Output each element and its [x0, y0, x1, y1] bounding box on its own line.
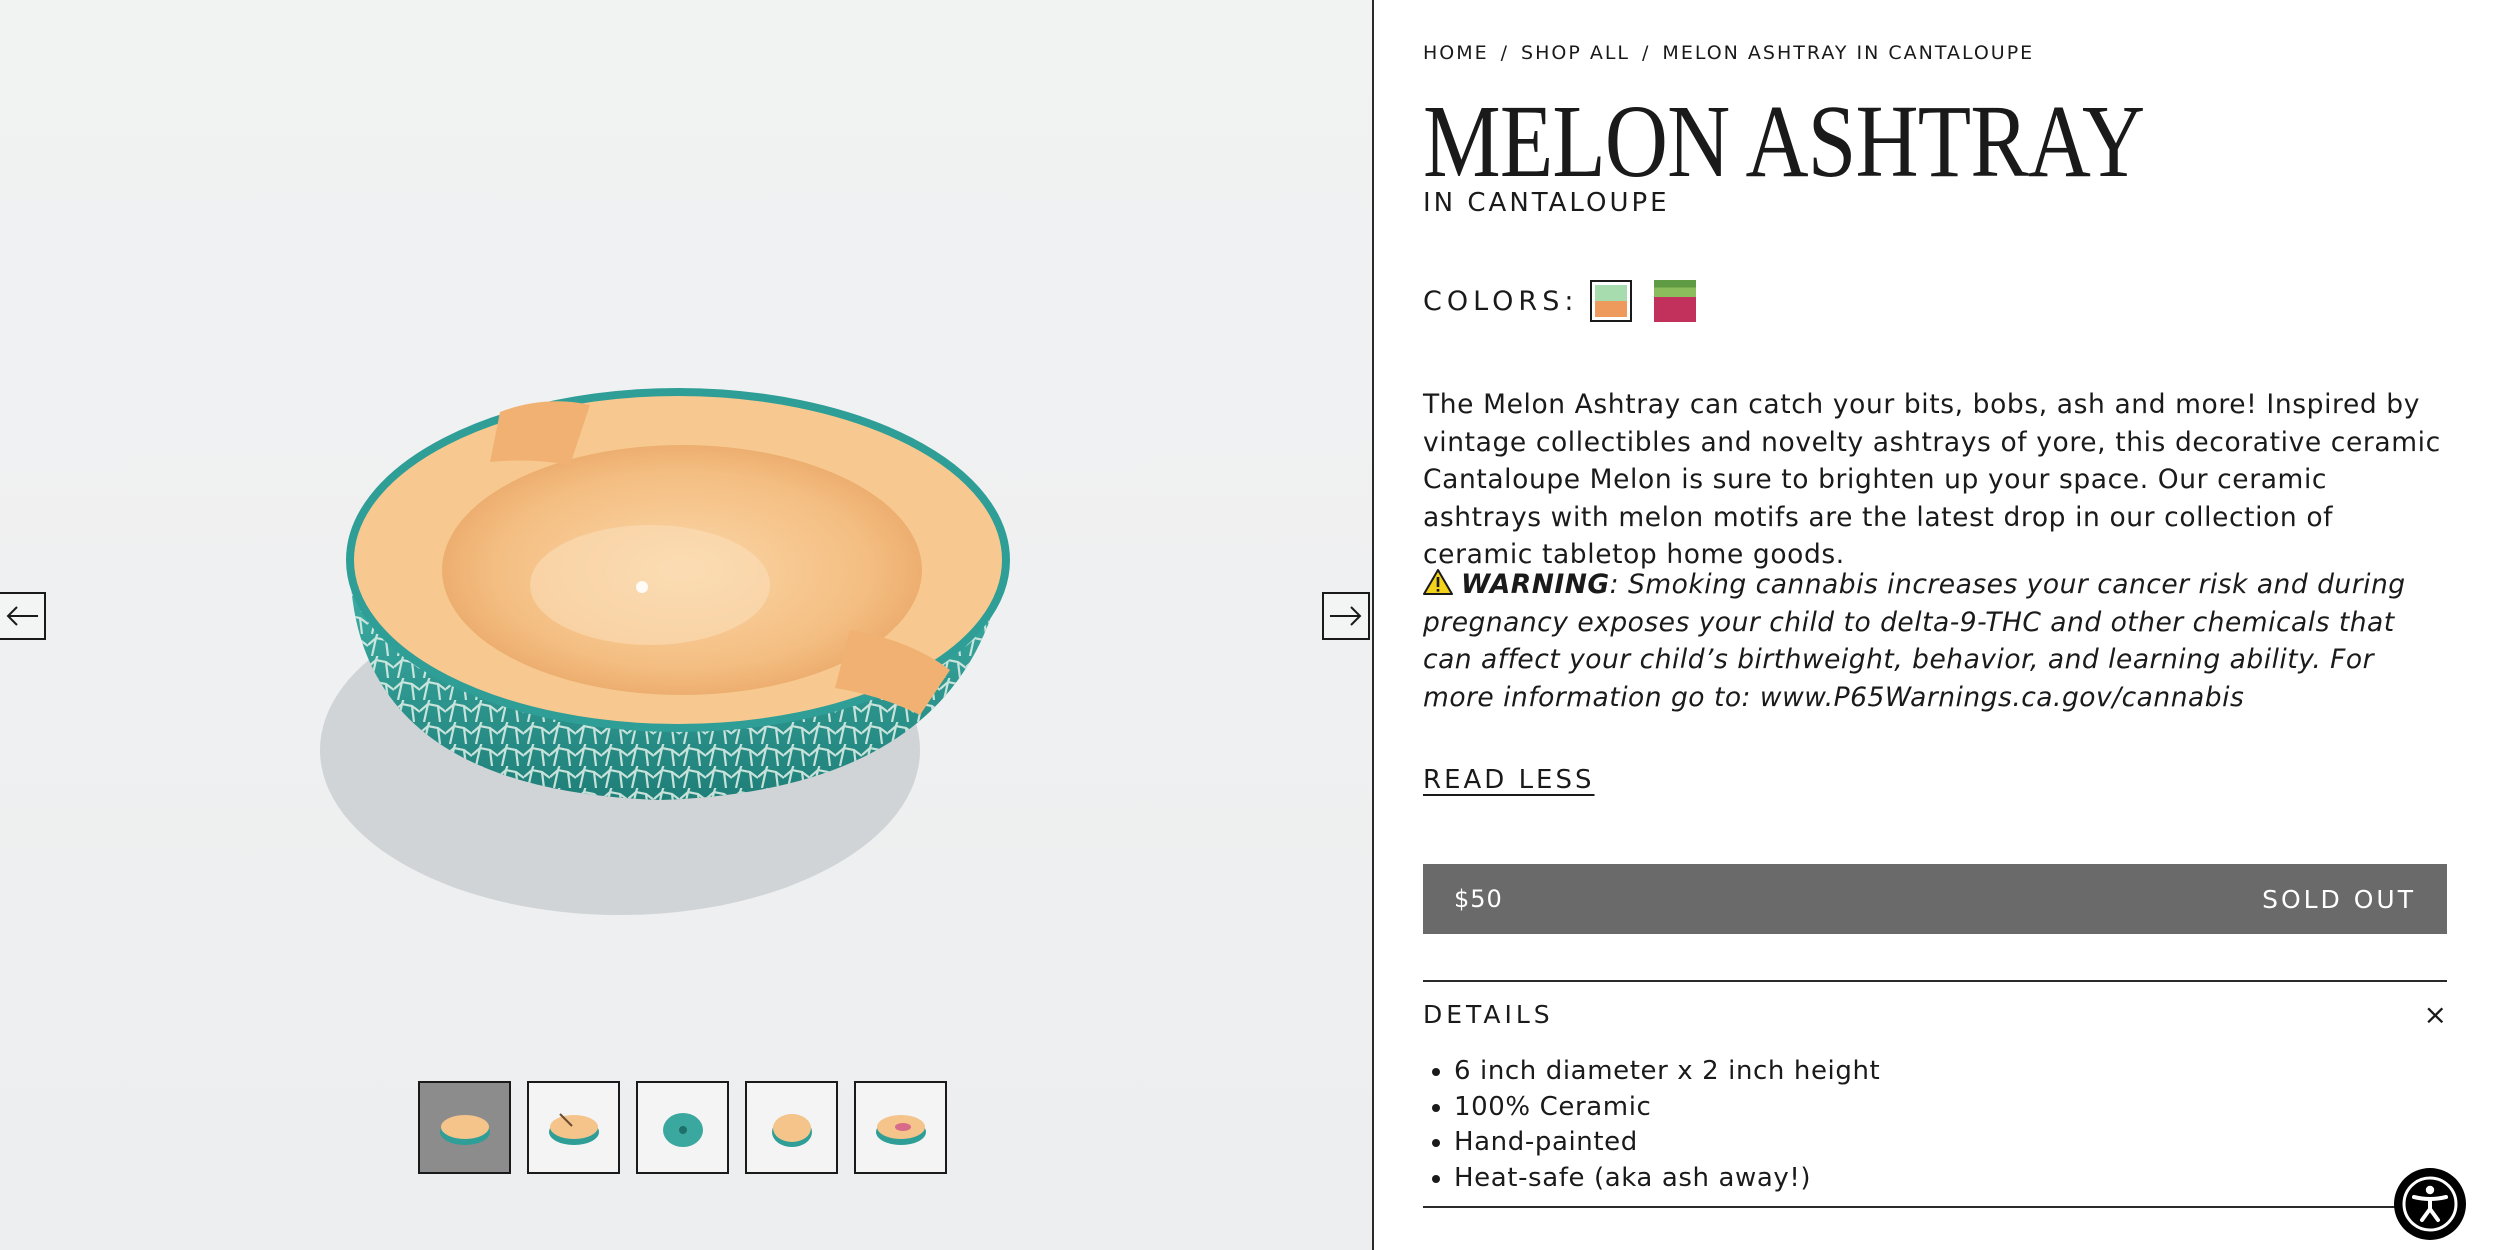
product-title: MELON ASHTRAY [1423, 84, 2145, 199]
details-label: DETAILS [1423, 1000, 1554, 1029]
gallery-next-button[interactable] [1322, 592, 1370, 640]
breadcrumb-home[interactable]: HOME [1423, 42, 1489, 64]
warning-icon [1423, 569, 1453, 595]
gallery-prev-button[interactable] [0, 592, 46, 640]
product-description: The Melon Ashtray can catch your bits, b… [1423, 389, 2441, 570]
prop65-warning: WARNING: Smoking cannabis increases your… [1423, 566, 2447, 716]
list-item: Heat-safe (aka ash away!) [1454, 1161, 1880, 1197]
accessibility-button[interactable] [2394, 1168, 2466, 1240]
close-icon[interactable]: × [2424, 1000, 2447, 1029]
divider-line [1423, 1206, 2447, 1208]
divider-line [1423, 980, 2447, 982]
thumbnail-1[interactable] [418, 1081, 511, 1174]
details-list: 6 inch diameter x 2 inch height 100% Cer… [1423, 1054, 1880, 1196]
accessibility-icon [2402, 1176, 2458, 1232]
thumbnail-image [548, 1112, 599, 1145]
thumbnail-image [662, 1112, 703, 1147]
panel-divider [1372, 0, 1374, 1250]
color-swatch-cantaloupe[interactable] [1590, 280, 1633, 322]
thumbnail-strip [418, 1081, 947, 1174]
breadcrumb-current: MELON ASHTRAY IN CANTALOUPE [1662, 42, 2035, 64]
thumbnail-image [771, 1113, 812, 1147]
breadcrumb-separator: / [1642, 42, 1651, 64]
color-swatch-watermelon[interactable] [1654, 280, 1697, 322]
warning-label: WARNING [1461, 569, 1610, 600]
availability-status: SOLD OUT [2262, 884, 2416, 914]
list-item: Hand-painted [1454, 1125, 1880, 1161]
add-to-cart-button[interactable]: $50 SOLD OUT [1423, 864, 2447, 934]
product-image [320, 388, 1010, 915]
product-gallery [0, 0, 1372, 1250]
thumbnail-5[interactable] [854, 1081, 947, 1174]
read-less-link[interactable]: READ LESS [1423, 765, 1595, 795]
thumbnail-2[interactable] [527, 1081, 620, 1174]
colors-label: COLORS: [1423, 285, 1579, 317]
product-price: $50 [1454, 885, 1503, 913]
list-item: 100% Ceramic [1454, 1090, 1880, 1126]
breadcrumb-shop-all[interactable]: SHOP ALL [1521, 42, 1630, 64]
breadcrumb-separator: / [1500, 42, 1510, 64]
product-subtitle: IN CANTALOUPE [1423, 188, 1670, 218]
thumbnail-image [439, 1114, 490, 1145]
color-selector: COLORS: [1423, 280, 1718, 322]
arrow-right-icon [1330, 606, 1362, 626]
details-accordion-toggle[interactable]: DETAILS × [1423, 1000, 2447, 1029]
thumbnail-image [875, 1114, 926, 1145]
list-item: 6 inch diameter x 2 inch height [1454, 1054, 1880, 1090]
thumbnail-4[interactable] [745, 1081, 838, 1174]
breadcrumb: HOME / SHOP ALL / MELON ASHTRAY IN CANTA… [1423, 42, 2034, 64]
thumbnail-3[interactable] [636, 1081, 729, 1174]
arrow-left-icon [6, 606, 38, 626]
